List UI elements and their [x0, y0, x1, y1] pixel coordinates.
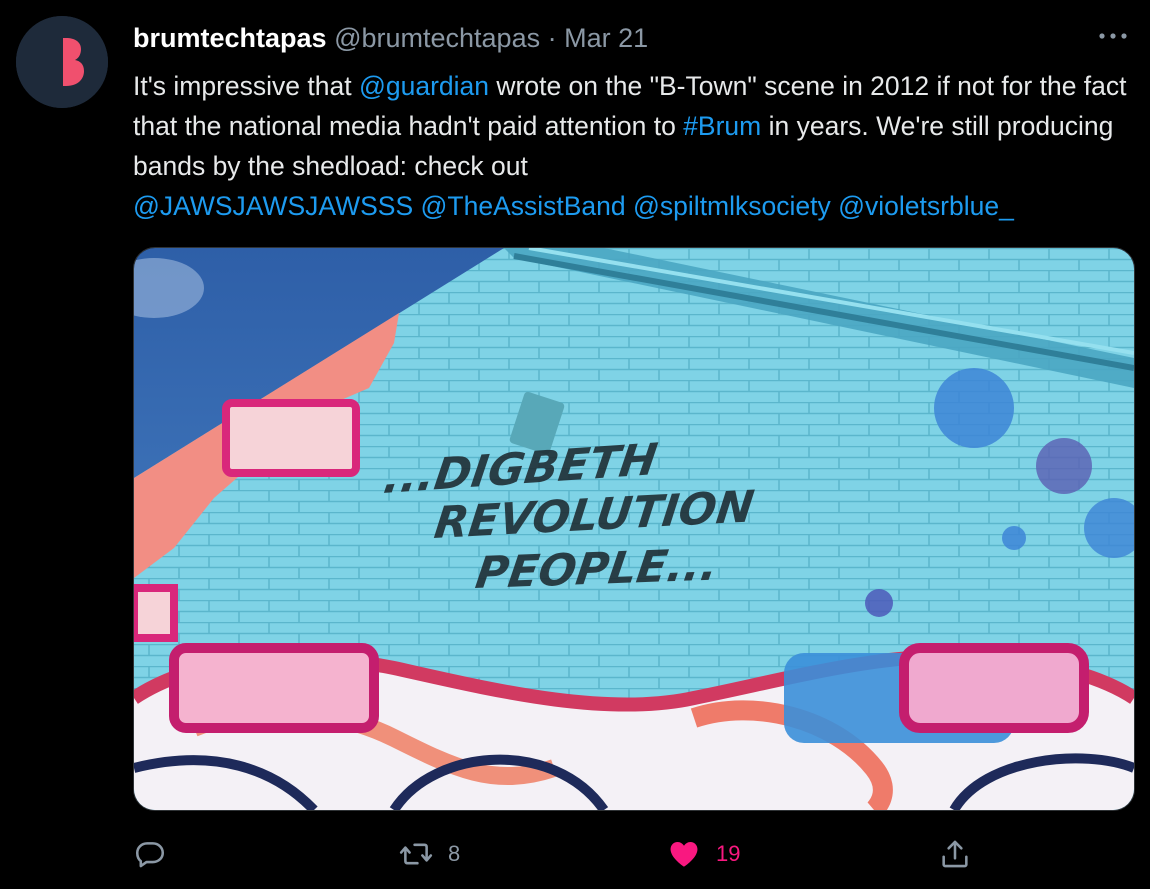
mention-link[interactable]: @JAWSJAWSJAWSSS: [133, 191, 413, 221]
tweet-media-image[interactable]: ...DIGBETH REVOLUTION PEOPLE...: [133, 247, 1135, 811]
tweet-actions: 8 19: [133, 834, 1133, 874]
more-horizontal-icon[interactable]: [1096, 24, 1130, 48]
tweet[interactable]: brumtechtapas @brumtechtapas · Mar 21 It…: [0, 0, 1150, 889]
share-icon: [942, 840, 968, 868]
user-handle[interactable]: @brumtechtapas: [334, 23, 540, 53]
tweet-text: It's impressive that @guardian wrote on …: [133, 66, 1143, 226]
hashtag-link[interactable]: #Brum: [683, 111, 761, 141]
display-name[interactable]: brumtechtapas: [133, 23, 327, 53]
retweet-button[interactable]: 8: [398, 834, 460, 874]
mention-link[interactable]: @TheAssistBand: [421, 191, 626, 221]
heart-icon: [670, 841, 698, 867]
separator-dot: ·: [547, 23, 557, 53]
retweet-count: 8: [448, 841, 461, 866]
tweet-date[interactable]: Mar 21: [564, 23, 648, 53]
reply-button[interactable]: [133, 834, 181, 874]
retweet-icon: [399, 843, 433, 865]
brand-logo-icon: [16, 16, 108, 108]
mention-link[interactable]: @spiltmlksociety: [633, 191, 831, 221]
tweet-header: brumtechtapas @brumtechtapas · Mar 21: [133, 22, 648, 54]
reply-icon: [135, 842, 165, 868]
like-button[interactable]: 19: [666, 834, 740, 874]
like-count: 19: [716, 841, 741, 866]
share-button[interactable]: [938, 834, 972, 874]
avatar[interactable]: [16, 16, 108, 108]
mention-link[interactable]: @guardian: [359, 71, 489, 101]
tweet-text-part: It's impressive that: [133, 71, 359, 101]
mention-link[interactable]: @violetsrblue_: [838, 191, 1014, 221]
mural-text-line: PEOPLE...: [473, 540, 722, 599]
